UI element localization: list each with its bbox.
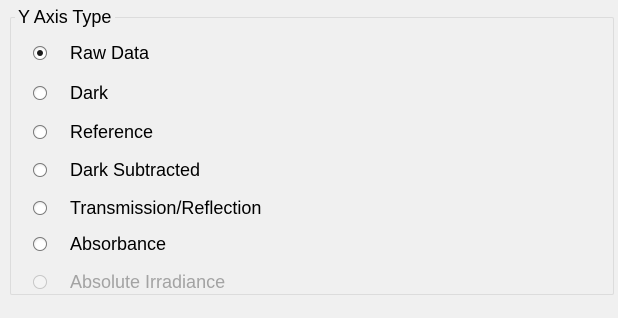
radio-label: Reference bbox=[70, 122, 154, 142]
radio-button-icon[interactable] bbox=[33, 275, 47, 289]
radio-dark[interactable]: Dark bbox=[33, 80, 108, 106]
radio-label: Dark Subtracted bbox=[70, 160, 201, 180]
radio-button-icon[interactable] bbox=[33, 237, 47, 251]
groupbox-title: Y Axis Type bbox=[15, 6, 116, 28]
radio-label: Absorbance bbox=[70, 234, 167, 254]
radio-dark-subtracted[interactable]: Dark Subtracted bbox=[33, 157, 200, 183]
radio-button-icon[interactable] bbox=[33, 201, 47, 215]
radio-button-icon[interactable] bbox=[33, 86, 47, 100]
radio-selected-dot-icon bbox=[37, 50, 43, 56]
radio-reference[interactable]: Reference bbox=[33, 119, 153, 145]
radio-button-icon[interactable] bbox=[33, 125, 47, 139]
radio-absolute-irradiance[interactable]: Absolute Irradiance bbox=[33, 269, 225, 295]
radio-label: Transmission/Reflection bbox=[70, 198, 262, 218]
radio-label: Absolute Irradiance bbox=[70, 272, 226, 292]
radio-transmission-reflection[interactable]: Transmission/Reflection bbox=[33, 195, 261, 221]
radio-label: Dark bbox=[70, 83, 109, 103]
radio-button-icon[interactable] bbox=[33, 46, 47, 60]
radio-label: Raw Data bbox=[70, 43, 150, 63]
radio-raw-data[interactable]: Raw Data bbox=[33, 40, 149, 66]
radio-button-icon[interactable] bbox=[33, 163, 47, 177]
radio-absorbance[interactable]: Absorbance bbox=[33, 231, 166, 257]
